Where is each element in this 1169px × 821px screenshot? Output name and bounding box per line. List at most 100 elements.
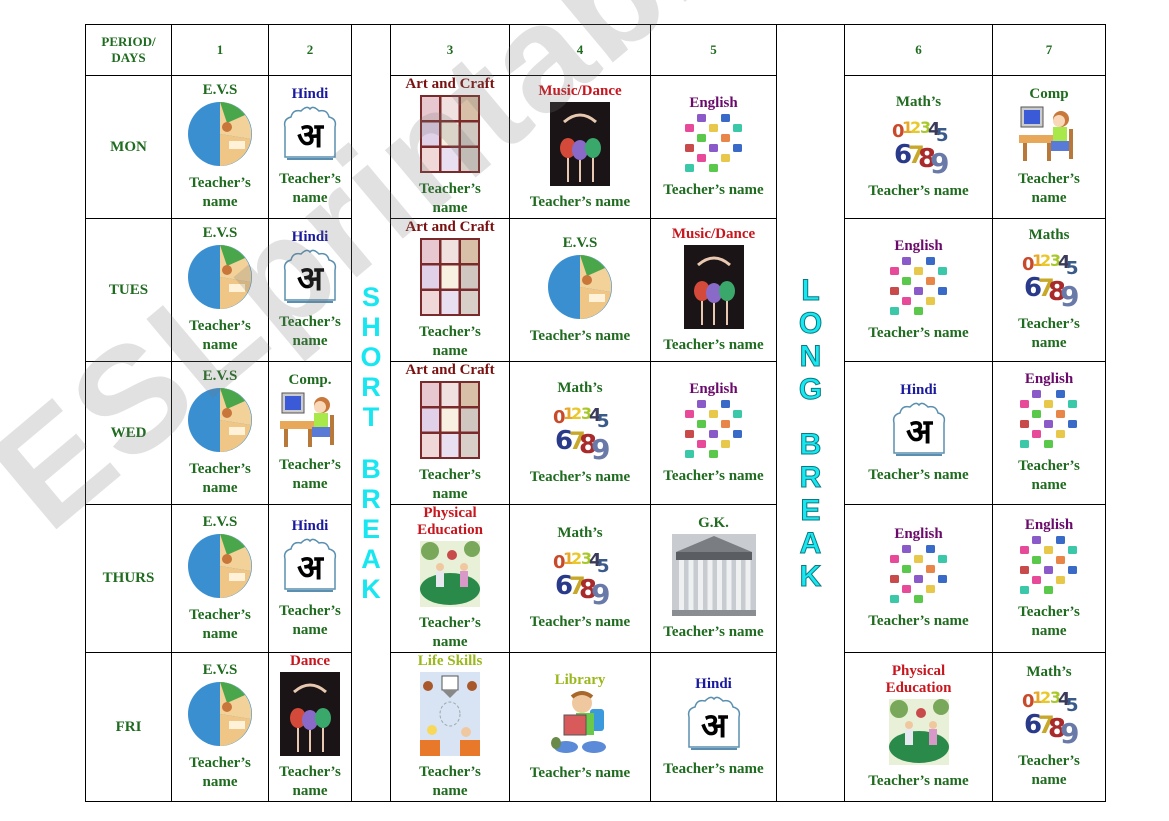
english-picture-icon [889,256,949,322]
teacher-name: Teacher’s name [1018,603,1080,639]
period-header: 3 [390,24,510,76]
subject-label: Art and Craft [405,76,495,93]
timetable-cell[interactable]: Dance Teacher’s name [268,652,352,802]
svg-text:5: 5 [1066,258,1078,279]
timetable-cell[interactable]: Math’s 0 1 2 3 4 5 6 7 8 9 Teacher’s name [509,361,651,505]
cell-content: Life Skills Teacher’s name [392,653,509,801]
teacher-name: Teacher’s name [868,773,969,789]
timetable-cell[interactable]: Math’s 0 1 2 3 4 5 6 7 8 9 Teacher’s name [509,504,651,653]
timetable-cell[interactable]: Music/Dance Teacher’s name [509,75,651,219]
timetable-cell[interactable]: Art and Craft Teacher’s name [390,218,510,362]
timetable-cell[interactable]: Hindi अ Teacher’s name [268,504,352,653]
svg-text:9: 9 [1060,717,1078,745]
cell-content: E.V.S Teacher’s name [511,234,650,346]
timetable-cell[interactable]: E.V.S Teacher’s name [171,652,269,802]
gk-picture-icon [671,534,756,621]
evs-picture-icon [547,254,613,325]
teacher-name: Teacher’s name [1018,753,1080,788]
timetable-cell[interactable]: E.V.S Teacher’s name [171,361,269,505]
teacher-name: Teacher’s name [279,602,341,638]
teacher-name: Teacher’s name [189,175,251,210]
timetable-cell[interactable]: Hindi अ Teacher’s name [268,75,352,219]
teacher-name: Teacher’s name [529,764,631,781]
subject-label: Comp. [288,372,332,388]
teacher-name: Teacher’s name [663,624,764,640]
period-header: 2 [268,24,352,76]
cell-content: Comp. Teacher’s name [270,372,351,494]
long-break-letter: R [799,460,822,494]
timetable-cell[interactable]: Music/Dance Teacher’s name [650,218,777,362]
subject-label: Comp [1029,86,1069,102]
cell-content: Art and Craft Teacher’s name [392,76,509,218]
timetable-cell[interactable]: Art and Craft Teacher’s name [390,75,510,219]
subject-label: E.V.S [202,662,238,678]
period-header: 4 [509,24,651,76]
timetable-cell[interactable]: Physical Education Teacher’s name [844,652,993,802]
long-break-letter: O [798,306,823,340]
music-picture-icon [550,101,610,191]
timetable-cell[interactable]: E.V.S Teacher’s name [171,75,269,219]
teacher-name: Teacher’s name [419,181,481,216]
maths-picture-icon: 0123456789 [890,113,949,180]
subject-label: Hindi [900,381,937,398]
timetable-cell[interactable]: English Teacher’s name [992,504,1106,653]
subject-label: Physical Education [885,663,952,696]
timetable-cell[interactable]: Math’s 0 1 2 3 4 5 6 7 8 9 Teacher’s name [992,652,1106,802]
timetable-cell[interactable]: Hindi अ Teacher’s name [844,361,993,505]
teacher-name: Teacher’s name [868,466,969,483]
english-picture-icon [889,545,949,610]
subject-label: E.V.S [202,82,238,98]
teacher-name: Teacher’s name [529,193,631,210]
subject-label: Hindi [291,229,329,245]
music-picture-icon [683,244,744,334]
subject-label: E.V.S [202,513,238,530]
teacher-name: Teacher’s name [663,760,764,777]
short-break-letter: O [360,342,382,372]
cell-content: Physical Education Teacher’s name [392,505,509,652]
subject-label: E.V.S [562,234,598,251]
teacher-name: Teacher’s name [279,457,341,492]
short-break-letter: S [361,282,380,312]
timetable-cell[interactable]: E.V.S Teacher’s name [171,504,269,653]
subject-label: English [1024,371,1074,387]
timetable-cell[interactable]: Art and Craft Teacher’s name [390,361,510,505]
subject-label: Life Skills [417,653,483,670]
teacher-name: Teacher’s name [1018,458,1080,493]
teacher-name: Teacher’s name [279,171,341,206]
timetable-cell[interactable]: Comp Teacher’s name [992,75,1106,219]
timetable-cell[interactable]: English Teacher’s name [650,75,777,219]
cell-content: English Teacher’s name [994,517,1105,641]
short-break-letter: R [361,372,381,402]
period-header: 7 [992,24,1106,76]
timetable-cell[interactable]: Math’s 0 1 2 3 4 5 6 7 8 9 Teacher’s name [844,75,993,219]
day-row-thurs: THURS E.V.S Teacher’s name Hindi अ Teacher’s … [85,504,1106,653]
timetable-cell[interactable]: Hindi अ Teacher’s name [268,218,352,362]
timetable-cell[interactable]: English Teacher’s name [992,361,1106,505]
cell-content: English Teacher’s name [652,95,776,200]
subject-label: Math’s [895,93,942,110]
subject-label: Physical Education [417,505,483,539]
timetable-cell[interactable]: Physical Education Teacher’s name [390,504,510,653]
timetable-cell[interactable]: Library Teacher’s name [509,652,651,802]
timetable-cell[interactable]: Life Skills Teacher’s name [390,652,510,802]
timetable-cell[interactable]: English Teacher’s name [844,504,993,653]
timetable-cell[interactable]: English Teacher’s name [650,361,777,505]
maths-picture-icon: 0123456789 [551,399,610,466]
long-break-letter: B [799,427,822,461]
timetable-cell[interactable]: G.K. Teacher’s name [650,504,777,653]
teacher-name: Teacher’s name [868,324,969,341]
dance-picture-icon [280,672,340,761]
timetable-cell[interactable]: Hindi अ Teacher’s name [650,652,777,802]
timetable-cell[interactable]: Comp. Teacher’s name [268,361,352,505]
timetable-cell[interactable]: E.V.S Teacher’s name [171,218,269,362]
cell-content: E.V.S Teacher’s name [173,82,268,212]
evs-picture-icon [187,681,253,752]
maths-picture-icon: 0123456789 [1020,683,1079,750]
art-picture-icon [420,238,480,321]
timetable-cell[interactable]: English Teacher’s name [844,218,993,362]
subject-label: Art and Craft [405,219,495,236]
timetable-cell[interactable]: Maths 0 1 2 3 4 5 6 7 8 9 Teacher’s name [992,218,1106,362]
day-label: TUES [85,218,172,362]
timetable-cell[interactable]: E.V.S Teacher’s name [509,218,651,362]
subject-label: Math’s [557,525,603,541]
